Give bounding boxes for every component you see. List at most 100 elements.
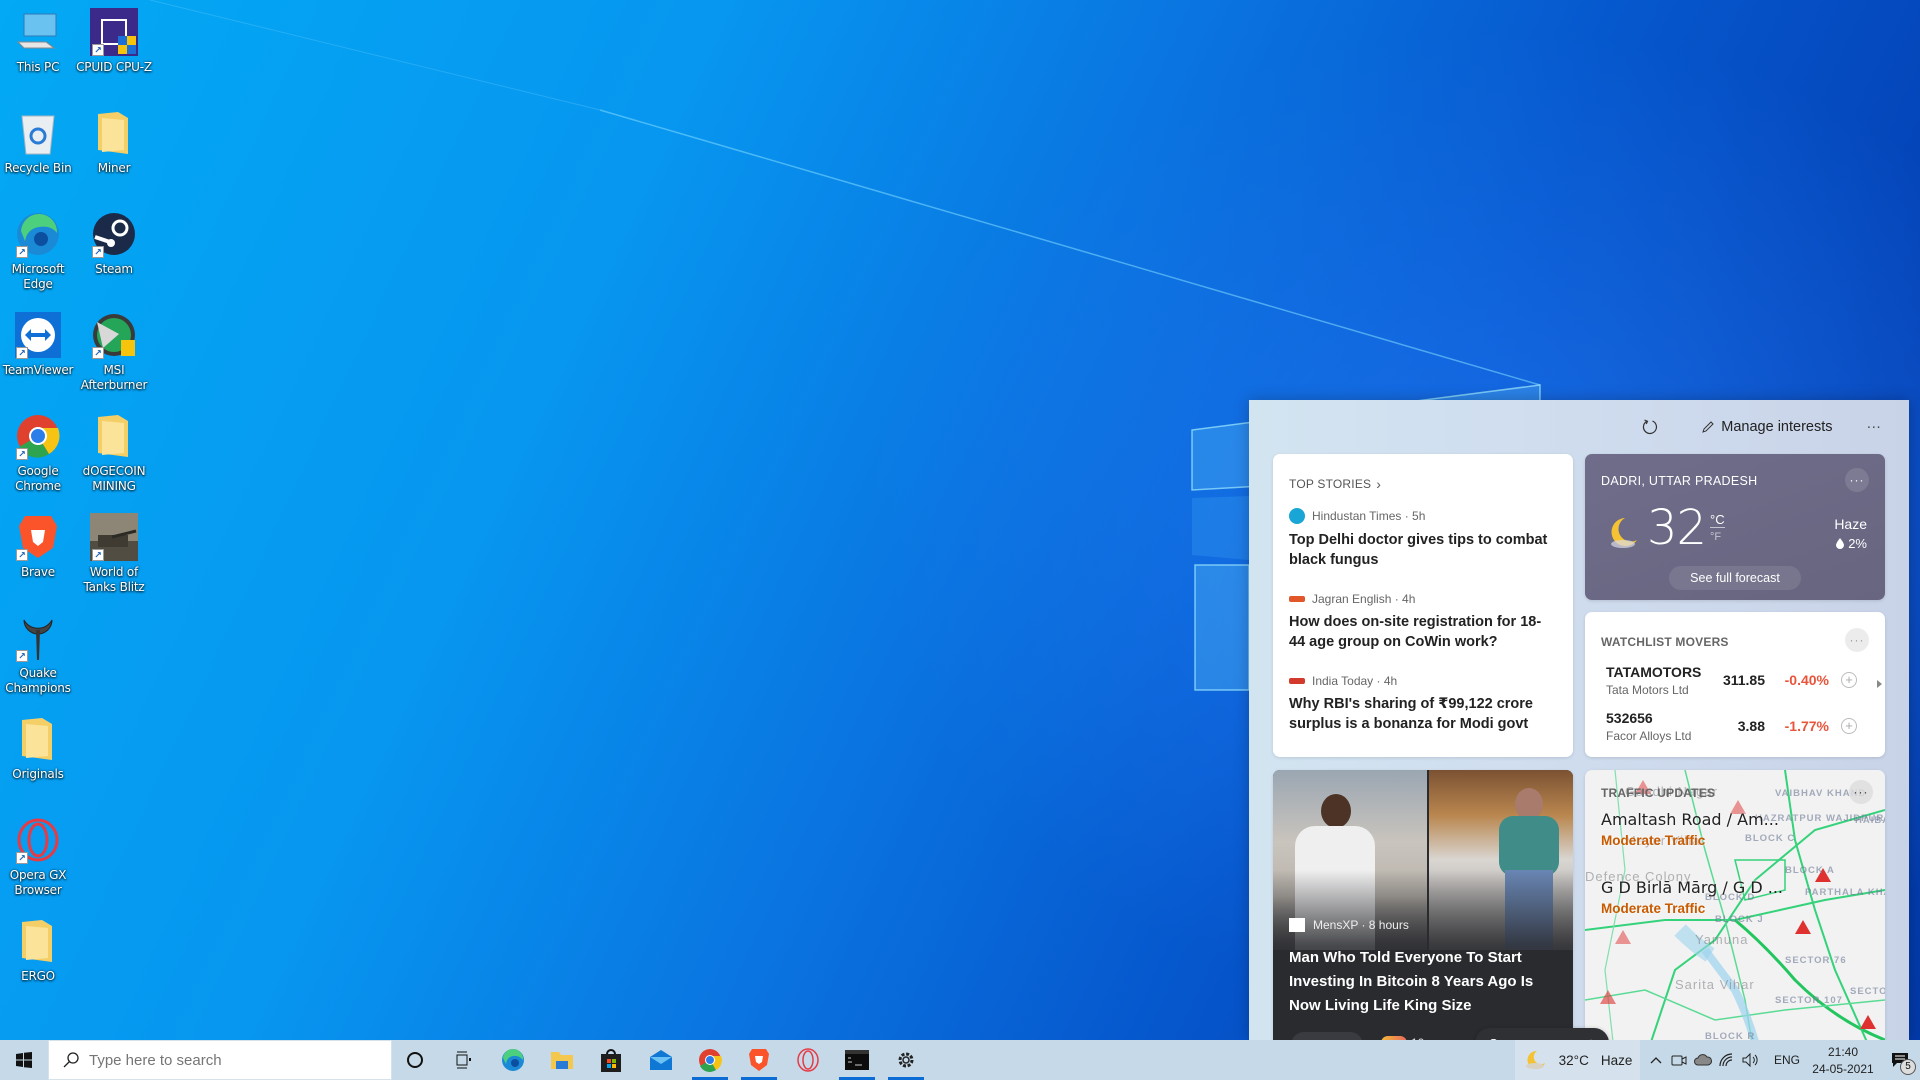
desktop-icon-steam[interactable]: ↗ Steam [76, 210, 152, 277]
taskbar-app-task-view[interactable] [439, 1040, 487, 1080]
story-item[interactable]: Jagran English · 4h How does on-site regi… [1289, 592, 1557, 652]
story-headline: Top Delhi doctor gives tips to combat bl… [1289, 532, 1548, 568]
desktop-icon-label: Brave [20, 565, 55, 579]
shortcut-arrow-icon: ↗ [92, 549, 104, 561]
see-full-forecast-button[interactable]: See full forecast [1669, 566, 1801, 590]
top-stories-heading[interactable]: TOP STORIES › [1289, 476, 1557, 492]
raindrop-icon [1836, 538, 1845, 549]
desktop-icon-google-chrome[interactable]: ↗ Google Chrome [0, 412, 76, 494]
feature-story-card[interactable]: MensXP · 8 hours Man Who Told Everyone T… [1273, 770, 1573, 1040]
see-more-news-button[interactable]: See more news › [1475, 1028, 1609, 1040]
wifi-icon [1719, 1053, 1733, 1067]
quake-icon: ↗ [14, 614, 62, 662]
desktop-icon-label: CPUID CPU-Z [76, 60, 152, 74]
story-item[interactable]: India Today · 4h Why RBI's sharing of ₹99… [1289, 674, 1557, 734]
desktop-icon-label: dOGECOIN MINING [82, 464, 146, 493]
world-of-tanks-icon: ↗ [90, 513, 138, 561]
add-to-watchlist-button[interactable]: + [1841, 672, 1857, 688]
search-box[interactable] [48, 1040, 392, 1080]
language-indicator[interactable]: ENG [1767, 1040, 1807, 1080]
desktop-icon-label: Recycle Bin [4, 161, 72, 175]
clock[interactable]: 21:40 24-05-2021 [1807, 1040, 1879, 1080]
traffic-incident-icon[interactable] [1795, 920, 1811, 934]
desktop-icon-ergo[interactable]: ERGO [0, 917, 76, 984]
panel-toolbar: Manage interests ··· [1249, 400, 1909, 454]
traffic-route[interactable]: Amaltash Road / Am... Moderate Traffic [1601, 810, 1779, 848]
taskbar-weather-button[interactable]: 32°C Haze [1515, 1040, 1640, 1080]
road-name: Amaltash Road / Am... [1601, 810, 1779, 829]
traffic-heading: TRAFFIC UPDATES [1601, 786, 1716, 800]
add-to-watchlist-button[interactable]: + [1841, 718, 1857, 734]
weather-more-button[interactable]: ··· [1845, 468, 1869, 492]
taskbar-app-mail[interactable] [637, 1040, 685, 1080]
stock-price: 3.88 [1737, 718, 1765, 734]
map-label: BLOCK R [1705, 1031, 1756, 1040]
desktop-icon-msi-afterburner[interactable]: ↗ MSI Afterburner [76, 311, 152, 393]
meet-now-button[interactable] [1667, 1040, 1691, 1080]
map-label: BLOCK A [1785, 864, 1835, 876]
like-button[interactable]: Like [1291, 1032, 1363, 1040]
onedrive-button[interactable] [1691, 1040, 1715, 1080]
map-label: SECTOR 107 [1775, 995, 1843, 1006]
start-button[interactable] [0, 1040, 48, 1080]
watchlist-more-button[interactable]: ··· [1845, 628, 1869, 652]
taskbar-app-opera-gx[interactable] [784, 1040, 832, 1080]
taskbar-app-brave[interactable] [735, 1040, 783, 1080]
opera-gx-icon [796, 1048, 820, 1072]
desktop-icon-cpuid-cpu-z[interactable]: ↗ CPUID CPU-Z [76, 8, 152, 75]
weather-condition: Haze [1834, 516, 1867, 532]
refresh-button[interactable] [1633, 414, 1667, 440]
watchlist-next-arrow[interactable] [1877, 680, 1882, 688]
desktop-icon-originals[interactable]: Originals [0, 715, 76, 782]
action-center-button[interactable]: 5 [1880, 1040, 1920, 1080]
taskbar-app-settings[interactable] [882, 1040, 930, 1080]
search-input[interactable] [89, 1051, 369, 1069]
unit-celsius-toggle[interactable]: °C [1710, 512, 1725, 528]
map-label: HAIBAT [1855, 815, 1885, 826]
network-button[interactable] [1715, 1040, 1739, 1080]
desktop-icon-teamviewer[interactable]: ↗ TeamViewer [0, 311, 76, 378]
desktop-icon-miner[interactable]: Miner [76, 109, 152, 176]
teamviewer-icon: ↗ [14, 311, 62, 359]
desktop-icon-world-of-tanks-blitz[interactable]: ↗ World of Tanks Blitz [76, 513, 152, 595]
map-label: Sarita Vihar [1675, 977, 1755, 992]
desktop-icon-quake-champions[interactable]: ↗ Quake Champions [0, 614, 76, 696]
map-label: PARTHALA KHANJA [1805, 887, 1885, 898]
traffic-more-button[interactable]: ··· [1849, 780, 1873, 804]
desktop-icon-this-pc[interactable]: This PC [0, 8, 76, 75]
traffic-incident-icon[interactable] [1615, 930, 1631, 944]
weather-card[interactable]: DADRI, UTTAR PRADESH ··· 32 °C °F Haze 2… [1585, 454, 1885, 600]
show-hidden-icons-button[interactable] [1645, 1040, 1667, 1080]
taskbar-app-file-explorer[interactable] [538, 1040, 586, 1080]
story-headline: How does on-site registration for 18-44 … [1289, 614, 1542, 650]
watchlist-row[interactable]: 532656 Facor Alloys Ltd 3.88 -1.77% + [1606, 710, 1875, 750]
taskbar-app-cortana[interactable] [391, 1040, 439, 1080]
story-item[interactable]: Hindustan Times · 5h Top Delhi doctor giv… [1289, 508, 1557, 570]
taskbar-app-chrome[interactable] [686, 1040, 734, 1080]
msi-afterburner-icon: ↗ [90, 311, 138, 359]
more-icon: ··· [1866, 419, 1882, 435]
desktop-icon-recycle-bin[interactable]: Recycle Bin [0, 109, 76, 176]
watchlist-row[interactable]: TATAMOTORS Tata Motors Ltd 311.85 -0.40% + [1606, 664, 1875, 704]
volume-button[interactable] [1739, 1040, 1763, 1080]
traffic-route[interactable]: G D Birlā Mārg / G D ... Moderate Traffic [1601, 878, 1783, 916]
cpu-z-icon: ↗ [90, 8, 138, 56]
taskbar-app-terminal[interactable] [833, 1040, 881, 1080]
panel-more-button[interactable]: ··· [1859, 415, 1890, 439]
taskbar-app-edge[interactable] [489, 1040, 537, 1080]
refresh-icon [1643, 419, 1658, 435]
manage-interests-button[interactable]: Manage interests [1693, 415, 1840, 439]
traffic-status: Moderate Traffic [1601, 833, 1706, 848]
traffic-incident-icon[interactable] [1860, 1015, 1876, 1029]
chrome-icon [698, 1048, 722, 1072]
taskbar-app-microsoft-store[interactable] [587, 1040, 635, 1080]
desktop-icon-microsoft-edge[interactable]: ↗ Microsoft Edge [0, 210, 76, 292]
traffic-card[interactable]: VAIBHAV KHAND HAZRATPUR WAJIDPUR BLOCK C HA… [1585, 770, 1885, 1040]
desktop-icon-opera-gx-browser[interactable]: ↗ Opera GX Browser [0, 816, 76, 898]
desktop-icon-dogecoin-mining[interactable]: dOGECOIN MINING [76, 412, 152, 494]
cortana-icon [406, 1051, 424, 1069]
desktop-icon-label: World of Tanks Blitz [83, 565, 145, 594]
desktop-icon-brave[interactable]: ↗ Brave [0, 513, 76, 580]
shortcut-arrow-icon: ↗ [92, 347, 104, 359]
unit-fahrenheit-toggle[interactable]: °F [1710, 531, 1721, 543]
